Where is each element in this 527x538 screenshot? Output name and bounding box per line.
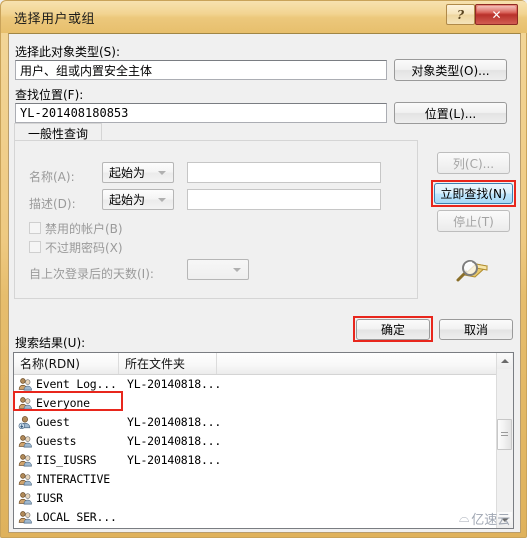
chevron-down-icon	[158, 197, 166, 202]
scroll-up-button[interactable]	[497, 353, 512, 369]
window-title: 选择用户或组	[14, 12, 96, 27]
row-folder: YL-20140818...	[127, 434, 222, 448]
chevron-down-icon	[158, 170, 166, 175]
table-row[interactable]: Everyone	[14, 394, 501, 413]
description-condition-value: 起始为	[109, 193, 146, 207]
name-condition-value: 起始为	[109, 166, 146, 180]
table-row[interactable]: Guest YL-20140818...	[14, 413, 501, 432]
object-type-field[interactable]: 用户、组或内置安全主体	[15, 60, 387, 80]
row-name: Guest	[36, 415, 70, 429]
stop-button[interactable]: 停止(T)	[437, 210, 510, 232]
row-folder: YL-20140818...	[127, 453, 222, 467]
location-label: 查找位置(F):	[15, 88, 84, 102]
table-row[interactable]: NETWORK	[14, 527, 501, 528]
group-icon	[18, 491, 33, 506]
columns-button[interactable]: 列(C)...	[437, 152, 510, 174]
help-button[interactable]: ?	[446, 4, 475, 25]
row-folder: YL-20140818...	[127, 415, 222, 429]
location-button[interactable]: 位置(L)...	[394, 102, 507, 124]
nonexpiring-password-checkbox[interactable]	[29, 241, 41, 253]
group-icon	[18, 434, 33, 449]
row-name: IUSR	[36, 491, 63, 505]
days-since-logon-label: 自上次登录后的天数(I):	[29, 267, 154, 281]
column-header-name[interactable]: 名称(RDN)	[14, 353, 119, 374]
table-row[interactable]: LOCAL SER...	[14, 508, 501, 527]
table-row[interactable]: Guests YL-20140818...	[14, 432, 501, 451]
watermark-glyph: ⌓	[459, 511, 470, 526]
triangle-up-icon	[500, 359, 509, 363]
cancel-button[interactable]: 取消	[439, 319, 513, 340]
dialog-window: 选择用户或组 ? ✕ 选择此对象类型(S): 用户、组或内置安全主体 对象类型(…	[0, 0, 527, 538]
user-icon	[18, 415, 33, 430]
description-condition-combo[interactable]: 起始为	[102, 189, 174, 210]
row-folder: YL-20140818...	[127, 377, 222, 391]
close-button[interactable]: ✕	[475, 4, 518, 25]
row-name: IIS_IUSRS	[36, 453, 97, 467]
nonexpiring-password-label: 不过期密码(X)	[45, 241, 123, 255]
row-name: Event Log...	[36, 377, 117, 391]
title-bar[interactable]: 选择用户或组 ? ✕	[1, 1, 527, 33]
watermark-text: 亿速云	[471, 513, 511, 528]
name-label: 名称(A):	[29, 170, 75, 184]
disabled-accounts-checkbox[interactable]	[29, 222, 41, 234]
object-type-label: 选择此对象类型(S):	[15, 45, 121, 59]
search-results-label: 搜索结果(U):	[15, 336, 86, 350]
tab-general-query-label: 一般性查询	[27, 126, 88, 141]
search-results-list[interactable]: 名称(RDN) 所在文件夹 Event Log... YL-20140818...…	[13, 352, 514, 529]
list-header: 名称(RDN) 所在文件夹	[14, 353, 513, 375]
table-row[interactable]: IUSR	[14, 489, 501, 508]
group-icon	[18, 472, 33, 487]
grip-icon	[501, 431, 508, 438]
table-row[interactable]: IIS_IUSRS YL-20140818...	[14, 451, 501, 470]
description-input[interactable]	[187, 189, 381, 210]
row-name: Guests	[36, 434, 77, 448]
group-icon	[18, 377, 33, 392]
name-condition-combo[interactable]: 起始为	[102, 162, 174, 183]
description-label: 描述(D):	[29, 197, 76, 211]
disabled-accounts-label: 禁用的帐户(B)	[45, 222, 123, 236]
scrollbar-thumb[interactable]	[497, 419, 512, 450]
ok-button[interactable]: 确定	[356, 319, 430, 340]
name-input[interactable]	[187, 162, 381, 183]
object-type-button[interactable]: 对象类型(O)...	[394, 59, 507, 81]
group-icon	[18, 510, 33, 525]
watermark: ⌓ 亿速云	[459, 509, 510, 528]
vertical-scrollbar[interactable]	[496, 353, 513, 528]
row-name: Everyone	[36, 396, 90, 410]
location-field[interactable]: YL-201408180853	[15, 103, 387, 123]
magnifier-icon	[456, 260, 489, 282]
group-icon	[18, 396, 33, 411]
days-since-logon-combo[interactable]	[187, 259, 249, 280]
find-now-button[interactable]: 立即查找(N)	[434, 183, 513, 204]
column-header-folder[interactable]: 所在文件夹	[119, 353, 217, 374]
row-name: LOCAL SER...	[36, 510, 117, 524]
group-icon	[18, 453, 33, 468]
table-row[interactable]: INTERACTIVE	[14, 470, 501, 489]
table-row[interactable]: Event Log... YL-20140818...	[14, 375, 501, 394]
column-header-spacer	[217, 353, 499, 374]
row-name: INTERACTIVE	[36, 472, 110, 486]
chevron-down-icon	[233, 267, 241, 272]
